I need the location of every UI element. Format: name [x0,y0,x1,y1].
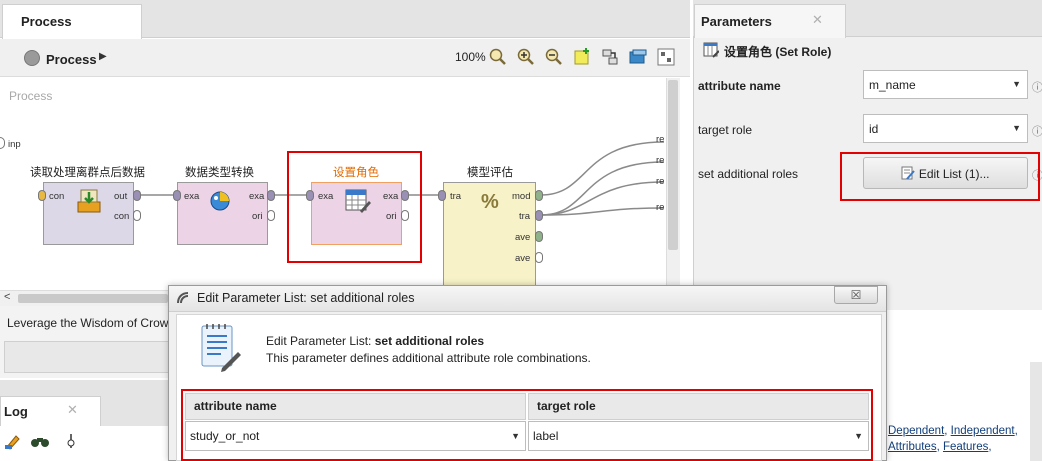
output-port[interactable] [267,210,275,221]
port-label: tra [519,211,531,222]
output-port[interactable] [535,231,543,242]
dialog-close-button[interactable]: ☒ [834,286,878,304]
target-role-value: id [869,122,879,136]
parameter-list-document-icon [201,324,241,372]
output-port[interactable] [133,190,141,201]
close-icon[interactable]: ✕ [812,12,823,28]
highlight-edit-list [840,152,1040,201]
canvas-vertical-scroll-thumb[interactable] [668,80,678,250]
result-port-label: re [656,134,665,145]
type-conversion-icon [210,191,230,211]
percent-icon: % [481,191,499,212]
log-settings-icon[interactable] [64,432,78,450]
zoom-fit-icon[interactable] [488,47,508,67]
operator-label-read-data: 读取处理离群点后数据 [30,165,145,179]
chevron-down-icon[interactable]: ▼ [1012,79,1021,89]
port-label: exa [184,191,200,202]
zoom-in-icon[interactable] [516,47,536,67]
svg-text:%: % [481,191,499,212]
port-label: exa [249,191,265,202]
dialog-heading-parameter: set additional roles [374,334,485,348]
input-port[interactable] [38,190,46,201]
rapidminer-logo-icon [177,292,189,304]
port-label: con [114,211,130,222]
breadcrumb[interactable]: Process [46,52,97,67]
set-additional-roles-label: set additional roles [698,167,799,181]
operator-title: 设置角色 (Set Role) [724,45,832,59]
operator-label-model-evaluation: 模型评估 [467,165,513,179]
input-port[interactable] [173,190,181,201]
result-port-label: re [656,155,665,166]
process-status-icon [24,50,40,66]
port-label: out [114,191,128,202]
tab-process[interactable]: Process [2,4,142,39]
edit-log-icon[interactable] [4,432,22,450]
canvas-horizontal-scroll-thumb[interactable] [18,294,168,303]
parameters-info-area [885,310,1042,362]
help-link-separator: , [1014,425,1018,437]
database-read-icon [77,189,101,213]
tab-parameters[interactable]: Parameters [694,4,846,38]
attribute-name-label: attribute name [698,79,781,93]
dialog-title: Edit Parameter List: set additional role… [197,291,415,305]
auto-wire-icon[interactable] [600,47,620,67]
dialog-heading: Edit Parameter List: set additional role… [266,334,484,348]
result-port-label: re [656,202,665,213]
output-port[interactable] [535,190,543,201]
binoculars-icon[interactable] [30,433,50,449]
chevron-down-icon[interactable]: ▼ [1012,123,1021,133]
tab-log[interactable]: Log [0,396,101,426]
zoom-out-icon[interactable] [544,47,564,67]
add-note-icon[interactable] [572,47,592,67]
port-label: tra [450,191,462,202]
set-role-icon [703,42,719,58]
help-link[interactable]: Independent [951,425,1015,437]
scroll-left-arrow-icon[interactable]: < [4,291,10,303]
target-role-select[interactable]: id ▼ [863,114,1028,143]
help-links: Dependent, Independent, Attributes, Feat… [888,423,1018,455]
help-scrollbar[interactable] [1030,362,1042,461]
input-port[interactable] [438,190,446,201]
highlight-set-role [287,151,422,263]
help-link[interactable]: Dependent [888,425,944,437]
breadcrumb-arrow-icon[interactable]: ▶ [99,51,107,62]
port-label: mod [512,191,531,202]
port-label: ave [515,253,531,264]
help-link[interactable]: Features [943,441,988,453]
zoom-level: 100% [455,50,486,64]
output-port[interactable] [133,210,141,221]
target-role-label: target role [698,123,753,137]
log-output-line [0,454,175,461]
result-port-label: re [656,176,665,187]
info-icon[interactable]: ⓘ [1032,123,1042,139]
dialog-heading-prefix: Edit Parameter List: [266,334,375,348]
port-label: ave [515,232,531,243]
dialog-description: This parameter defines additional attrib… [266,351,591,365]
wisdom-of-crowds-text: Leverage the Wisdom of Crow [7,316,169,330]
port-label: con [49,191,65,202]
wisdom-action-button[interactable] [4,341,179,373]
attribute-name-select[interactable]: m_name ▼ [863,70,1028,99]
output-port[interactable] [267,190,275,201]
log-toolbar [0,426,175,456]
output-port[interactable] [535,210,543,221]
info-icon[interactable]: ⓘ [1032,79,1042,95]
operator-label-type-conversion: 数据类型转换 [185,165,254,179]
output-port[interactable] [535,252,543,263]
highlight-role-table [181,389,873,461]
close-icon[interactable]: ✕ [67,402,78,418]
background-color-icon[interactable] [628,47,648,67]
help-link-separator: , [988,441,992,453]
port-label: ori [252,211,263,222]
arrange-operators-icon[interactable] [656,47,676,67]
help-link[interactable]: Attributes [888,441,937,453]
attribute-name-value: m_name [869,78,916,92]
